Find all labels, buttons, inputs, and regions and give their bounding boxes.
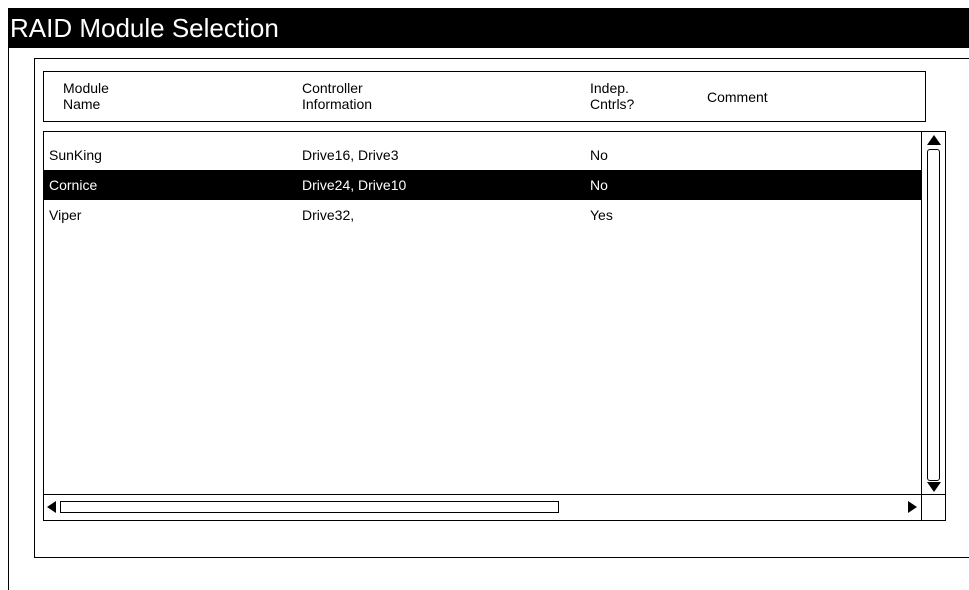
indep-cntrls-cell: No	[590, 177, 608, 193]
column-header-indep-cntrls[interactable]: Indep. Cntrls?	[590, 80, 634, 112]
module-rows: SunKing Drive16, Drive3 No Cornice Drive…	[44, 140, 921, 230]
module-name-cell: Viper	[49, 207, 82, 223]
vertical-scroll-thumb[interactable]	[927, 149, 940, 481]
table-row[interactable]: Viper Drive32, Yes	[44, 200, 921, 230]
table-row[interactable]: SunKing Drive16, Drive3 No	[44, 140, 921, 170]
window-title: RAID Module Selection	[8, 8, 969, 48]
controller-info-cell: Drive24, Drive10	[302, 177, 407, 193]
arrow-down-icon[interactable]	[927, 482, 941, 492]
column-header-module-name[interactable]: Module Name	[63, 80, 109, 112]
vertical-scrollbar[interactable]	[921, 132, 945, 494]
controller-info-cell: Drive16, Drive3	[302, 147, 399, 163]
window-frame	[8, 48, 9, 590]
column-header-controller-information[interactable]: Controller Information	[302, 80, 372, 112]
controller-info-cell: Drive32,	[302, 207, 355, 223]
column-header-comment[interactable]: Comment	[707, 89, 768, 105]
horizontal-scrollbar[interactable]	[44, 494, 921, 520]
module-list: SunKing Drive16, Drive3 No Cornice Drive…	[43, 131, 946, 521]
table-row-selected[interactable]: Cornice Drive24, Drive10 No	[44, 170, 921, 200]
indep-cntrls-cell: No	[590, 147, 608, 163]
horizontal-scroll-thumb[interactable]	[60, 501, 559, 513]
column-header: Module Name Controller Information Indep…	[43, 71, 926, 122]
arrow-left-icon[interactable]	[47, 501, 56, 513]
module-name-cell: SunKing	[49, 147, 102, 163]
module-name-cell: Cornice	[49, 177, 98, 193]
arrow-right-icon[interactable]	[908, 501, 917, 513]
scrollbar-corner	[921, 494, 945, 520]
indep-cntrls-cell: Yes	[590, 207, 613, 223]
arrow-up-icon[interactable]	[927, 135, 941, 145]
